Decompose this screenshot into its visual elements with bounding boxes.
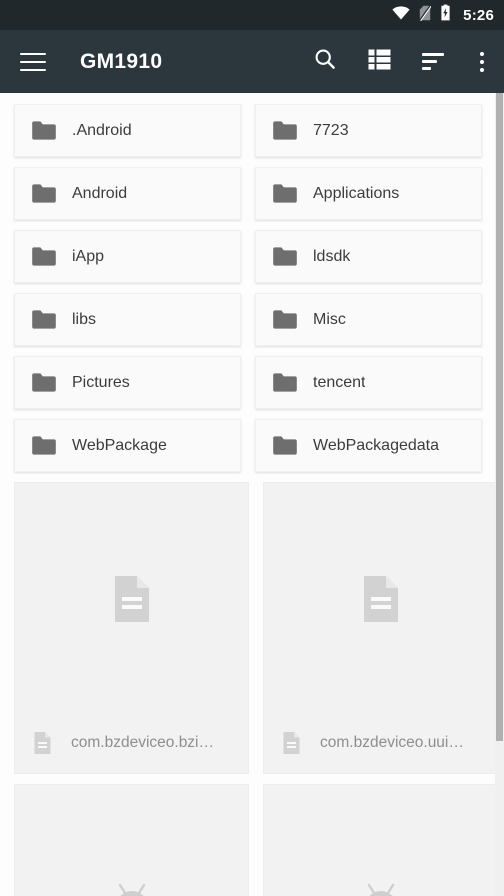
status-bar-icons: 5:26 [392,4,494,26]
folder-label: WebPackage [72,436,167,454]
folder-item[interactable]: libs [14,293,241,346]
file-thumbnail [264,483,497,715]
document-icon [363,576,398,622]
battery-charging-icon [440,4,451,26]
apk-item[interactable] [14,784,249,896]
folder-icon [31,181,57,207]
folder-label: Android [72,184,128,202]
android-robot-icon [118,883,145,896]
file-item[interactable]: com.bzdeviceo.uui… [263,482,498,774]
no-sim-icon [419,4,432,26]
search-icon [313,47,337,76]
view-mode-button[interactable] [352,30,406,93]
overflow-menu-button[interactable] [460,30,504,93]
folder-item[interactable]: 7723 [255,104,482,157]
folder-label: libs [72,310,97,328]
folder-item[interactable]: Pictures [14,356,241,409]
folder-icon [31,244,57,270]
file-label: com.bzdeviceo.uui… [320,734,464,751]
folder-icon [31,307,57,333]
folder-label: WebPackagedata [313,436,440,454]
folder-label: tencent [313,373,366,391]
apk-item[interactable] [263,784,498,896]
folder-label: iApp [72,247,105,265]
document-icon [282,731,304,755]
document-icon [33,731,55,755]
folder-item[interactable]: ldsdk [255,230,482,283]
folder-icon [272,118,298,144]
folder-icon [272,244,298,270]
hamburger-menu-icon[interactable] [8,37,58,87]
folder-item[interactable]: tencent [255,356,482,409]
file-item[interactable]: com.bzdeviceo.bzi… [14,482,249,774]
folder-label: Misc [313,310,346,328]
folder-item[interactable]: iApp [14,230,241,283]
file-caption: com.bzdeviceo.uui… [264,713,497,773]
folder-label: .Android [72,121,132,139]
status-bar: 5:26 [0,0,504,30]
folder-label: Applications [313,184,400,202]
search-button[interactable] [298,30,352,93]
file-label: com.bzdeviceo.bzi… [71,734,215,751]
folder-icon [31,118,57,144]
overflow-menu-icon [480,51,484,72]
view-mode-icon [368,49,391,75]
scrollbar-thumb[interactable] [496,93,503,741]
folder-item[interactable]: WebPackage [14,419,241,472]
apk-thumbnail [15,785,248,896]
apk-thumbnail [264,785,497,896]
app-bar: GM1910 [0,30,504,93]
file-grid: .Android 7723 Android Applications iApp … [0,93,504,896]
file-caption: com.bzdeviceo.bzi… [15,713,248,773]
folder-icon [272,370,298,396]
phone-screen: 5:26 GM1910 .Android 7723 Android Applic… [0,0,504,896]
app-bar-actions [298,30,504,93]
file-browser-content[interactable]: .Android 7723 Android Applications iApp … [0,93,504,896]
folder-item[interactable]: Applications [255,167,482,220]
file-thumbnail [15,483,248,715]
folder-icon [31,370,57,396]
document-icon [114,576,149,622]
folder-label: 7723 [313,121,349,139]
folder-icon [31,433,57,459]
sort-icon [422,53,444,70]
folder-icon [272,181,298,207]
folder-icon [272,433,298,459]
wifi-icon [392,5,410,25]
folder-item[interactable]: WebPackagedata [255,419,482,472]
android-robot-icon [367,883,394,896]
folder-label: ldsdk [313,247,351,265]
page-title: GM1910 [80,49,163,73]
status-bar-clock: 5:26 [463,6,494,24]
folder-item[interactable]: Android [14,167,241,220]
folder-icon [272,307,298,333]
sort-button[interactable] [406,30,460,93]
folder-item[interactable]: .Android [14,104,241,157]
folder-label: Pictures [72,373,130,391]
folder-item[interactable]: Misc [255,293,482,346]
